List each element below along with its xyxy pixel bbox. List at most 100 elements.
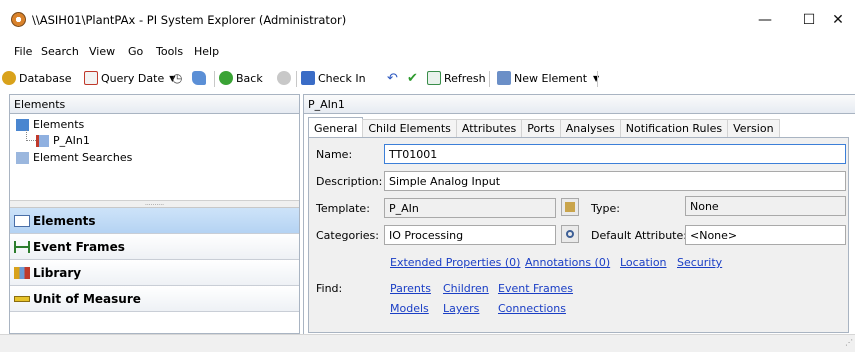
annotations-link[interactable]: Annotations (0): [525, 256, 610, 269]
toolbar-separator: [489, 71, 490, 87]
default-attribute-dropdown[interactable]: <None>: [685, 225, 846, 245]
ruler-icon: [14, 295, 30, 302]
library-icon: [14, 266, 30, 279]
name-field[interactable]: TT01001: [384, 144, 846, 164]
tab-child-elements[interactable]: Child Elements: [362, 119, 457, 137]
refresh-icon: [427, 71, 441, 85]
security-link[interactable]: Security: [677, 256, 722, 269]
forward-icon[interactable]: [277, 70, 294, 86]
database-label: Database: [19, 71, 72, 85]
toolbar-separator: [597, 71, 598, 87]
back-button[interactable]: Back: [219, 70, 263, 86]
categories-field[interactable]: IO Processing: [384, 225, 556, 245]
tree-item-element-searches[interactable]: Element Searches: [16, 151, 132, 164]
check-in-button[interactable]: Check In: [301, 70, 366, 86]
pi-system-explorer-icon: [11, 12, 26, 27]
query-date-label: Query Date: [101, 71, 165, 85]
close-button[interactable]: ✕: [815, 6, 855, 34]
description-label: Description:: [316, 175, 383, 188]
details-tabs: General Child Elements Attributes Ports …: [308, 117, 780, 137]
details-pane-header: P_AIn1: [304, 95, 855, 114]
find-label: Find:: [316, 282, 343, 295]
template-label: Template:: [316, 202, 370, 215]
refresh-label: Refresh: [444, 71, 486, 85]
menu-file[interactable]: File: [14, 45, 32, 58]
query-date-button[interactable]: Query Date ▼: [84, 70, 175, 86]
elements-icon: [14, 214, 30, 227]
title-bar: \\ASIH01\PlantPAx - PI System Explorer (…: [0, 0, 855, 40]
categories-label: Categories:: [316, 229, 379, 242]
window-title: \\ASIH01\PlantPAx - PI System Explorer (…: [32, 13, 347, 27]
resize-grip-icon[interactable]: ⋰: [845, 338, 853, 347]
checkmark-icon[interactable]: ✔: [407, 70, 418, 86]
template-field[interactable]: P_AIn: [384, 198, 556, 218]
categories-picker-button[interactable]: [561, 225, 579, 243]
nav-unit-of-measure[interactable]: Unit of Measure: [10, 286, 299, 312]
browser-pane-header: Elements: [10, 95, 299, 114]
event-frames-icon: [14, 240, 30, 253]
tree-item-p-ain1[interactable]: P_AIn1: [26, 130, 90, 147]
menu-go[interactable]: Go: [128, 45, 143, 58]
undo-icon[interactable]: ↶: [387, 70, 398, 86]
nav-label: Unit of Measure: [33, 291, 141, 306]
nav-label: Elements: [33, 213, 96, 228]
refresh-button[interactable]: Refresh: [427, 70, 486, 86]
children-link[interactable]: Children: [443, 282, 489, 295]
description-field[interactable]: Simple Analog Input: [384, 171, 846, 191]
new-element-button[interactable]: New Element ▼: [497, 70, 599, 86]
database-icon: [2, 71, 16, 85]
tree-connector: [26, 130, 36, 141]
template-properties-button[interactable]: [561, 198, 579, 216]
puzzle-icon[interactable]: [192, 70, 209, 86]
nav-label: Library: [33, 265, 82, 280]
tab-attributes[interactable]: Attributes: [455, 119, 523, 137]
tab-version[interactable]: Version: [727, 119, 780, 137]
menu-help[interactable]: Help: [194, 45, 219, 58]
nav-event-frames[interactable]: Event Frames: [10, 234, 299, 260]
general-tab-panel: Name: TT01001 Description: Simple Analog…: [308, 137, 849, 333]
menu-bar: File Search View Go Tools Help: [0, 42, 855, 62]
calendar-icon: [84, 71, 98, 85]
element-search-icon: [16, 151, 29, 164]
nav-library[interactable]: Library: [10, 260, 299, 286]
extended-properties-link[interactable]: Extended Properties (0): [390, 256, 520, 269]
details-pane: P_AIn1 General Child Elements Attributes…: [303, 94, 855, 334]
browser-pane: Elements Elements P_AIn1 Element Searche…: [9, 94, 300, 334]
tab-ports[interactable]: Ports: [521, 119, 561, 137]
tree-item-label: Element Searches: [33, 151, 133, 164]
connections-link[interactable]: Connections: [498, 302, 566, 315]
event-frames-link[interactable]: Event Frames: [498, 282, 573, 295]
type-label: Type:: [591, 202, 620, 215]
nav-label: Event Frames: [33, 239, 125, 254]
elements-root-icon: [16, 118, 29, 131]
tree-item-label: Elements: [33, 118, 85, 131]
menu-tools[interactable]: Tools: [156, 45, 183, 58]
layers-link[interactable]: Layers: [443, 302, 479, 315]
type-field[interactable]: None: [685, 196, 846, 216]
tab-general[interactable]: General: [308, 117, 364, 137]
new-element-icon: [497, 71, 511, 85]
toolbar-separator: [214, 71, 215, 87]
models-link[interactable]: Models: [390, 302, 429, 315]
clock-icon[interactable]: ◷: [172, 70, 182, 86]
location-link[interactable]: Location: [620, 256, 667, 269]
element-icon: [36, 134, 49, 147]
pane-splitter[interactable]: ..........: [10, 200, 299, 208]
check-in-label: Check In: [318, 71, 366, 85]
check-in-icon: [301, 71, 315, 85]
tree-item-label: P_AIn1: [53, 134, 90, 147]
new-element-label: New Element: [514, 71, 588, 85]
tab-notification-rules[interactable]: Notification Rules: [619, 119, 729, 137]
back-arrow-icon: [219, 71, 233, 85]
menu-view[interactable]: View: [89, 45, 115, 58]
parents-link[interactable]: Parents: [390, 282, 431, 295]
tab-analyses[interactable]: Analyses: [559, 119, 621, 137]
name-label: Name:: [316, 148, 353, 161]
nav-elements[interactable]: Elements: [10, 208, 299, 234]
minimize-button[interactable]: —: [742, 6, 788, 34]
back-label: Back: [236, 71, 263, 85]
database-button[interactable]: Database: [2, 70, 72, 86]
element-tree: Elements P_AIn1 Element Searches: [10, 114, 299, 200]
default-attribute-label: Default Attribute:: [591, 229, 687, 242]
menu-search[interactable]: Search: [41, 45, 79, 58]
